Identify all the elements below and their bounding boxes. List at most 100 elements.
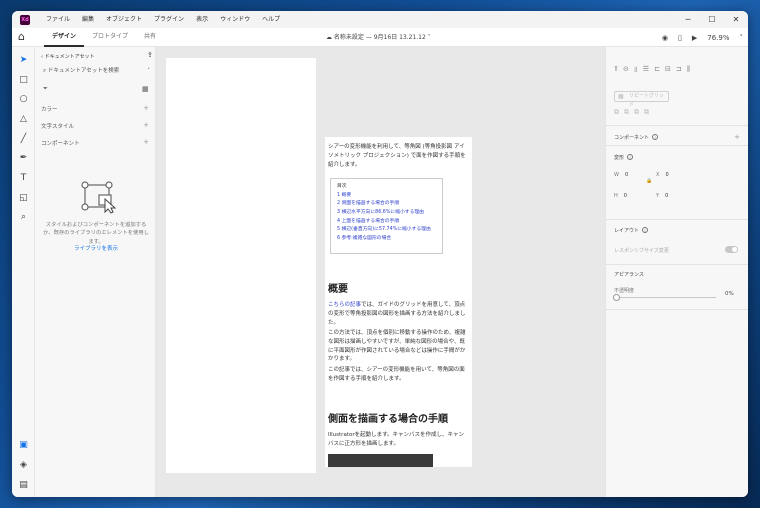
opacity-slider-knob[interactable] — [613, 294, 620, 301]
section-colors[interactable]: カラー + — [41, 104, 149, 113]
toc-item: 5 横辺(垂直方向)に57.74%に縮小する理由 — [337, 227, 431, 233]
title-bar: Xd ファイル 編集 オブジェクト プラグイン 表示 ウィンドウ ヘルプ ─ ☐… — [12, 11, 748, 28]
align-middle-icon[interactable]: ⊝ — [623, 65, 629, 74]
rectangle-tool-icon[interactable]: □ — [18, 75, 29, 86]
divider — [606, 145, 748, 146]
info-icon[interactable]: i — [642, 227, 649, 233]
responsive-toggle[interactable] — [725, 246, 738, 253]
add-character-style-icon[interactable]: + — [143, 121, 149, 129]
boolean-intersect-icon[interactable]: ⧉ — [634, 108, 639, 117]
text-tool-icon[interactable]: T — [18, 173, 29, 184]
menu-window[interactable]: ウィンドウ — [214, 11, 256, 28]
boolean-add-icon[interactable]: ⧉ — [614, 108, 619, 117]
close-icon[interactable]: ✕ — [724, 11, 748, 28]
section-components[interactable]: コンポーネント + — [41, 138, 149, 147]
minimize-icon[interactable]: ─ — [676, 11, 700, 28]
distribute-h-icon[interactable]: ⫼ — [687, 65, 690, 74]
search-placeholder: ドキュメントアセットを検索 — [47, 68, 120, 74]
add-color-icon[interactable]: + — [143, 104, 149, 112]
tab-prototype[interactable]: プロトタイプ — [84, 28, 136, 47]
menu-help[interactable]: ヘルプ — [256, 11, 286, 28]
artboard-tool-icon[interactable]: ◱ — [18, 193, 29, 204]
info-icon[interactable]: i — [627, 154, 634, 160]
zoom-level[interactable]: 76.9% — [707, 34, 729, 42]
window-controls: ─ ☐ ✕ — [676, 11, 748, 28]
select-tool-icon[interactable]: ➤ — [18, 55, 29, 66]
align-left-icon[interactable]: ⊏ — [654, 65, 660, 74]
x-field[interactable]: X0 — [656, 172, 669, 178]
align-right-icon[interactable]: ⊐ — [676, 65, 682, 74]
y-field[interactable]: Y0 — [656, 193, 668, 199]
paragraph-1: こちらの記事では、ガイドのグリッドを用意して、頂点の変形で等角投影図の図形を描画… — [328, 301, 468, 327]
lock-aspect-icon[interactable]: 🔒 — [646, 178, 652, 184]
add-component-plus-icon[interactable]: + — [734, 133, 740, 141]
assets-header: ‹ ドキュメントアセット ⇪ — [41, 51, 153, 60]
layers-icon[interactable]: ◈ — [18, 460, 29, 471]
play-icon[interactable]: ▶ — [692, 34, 697, 42]
artboard-article[interactable]: シアーの変形機能を利用して、等角図 (等角投影図 アイソメトリック プロジェクシ… — [325, 137, 472, 467]
menu-object[interactable]: オブジェクト — [100, 11, 148, 28]
opacity-slider[interactable] — [613, 294, 716, 301]
info-icon[interactable]: i — [652, 134, 659, 140]
menu-view[interactable]: 表示 — [190, 11, 214, 28]
assets-panel-icon[interactable]: ▣ — [18, 440, 29, 451]
tab-design[interactable]: デザイン — [44, 28, 85, 47]
height-field[interactable]: H0 — [614, 193, 627, 199]
plugins-icon[interactable]: ▤ — [18, 480, 29, 491]
tab-share[interactable]: 共有 — [136, 28, 164, 47]
boolean-exclude-icon[interactable]: ⧉ — [644, 108, 649, 117]
layout-label: レイアウト i — [614, 227, 649, 234]
section-character-styles-label: 文字スタイル — [41, 124, 75, 130]
assets-search-input[interactable]: ⌕ ドキュメントアセットを検索 ˅ — [40, 66, 152, 76]
search-chevron-icon[interactable]: ˅ — [147, 66, 150, 76]
divider — [606, 219, 748, 220]
boolean-subtract-icon[interactable]: ⧉ — [624, 108, 629, 117]
grid-view-icon[interactable]: ▦ — [142, 85, 149, 93]
zoom-tool-icon[interactable]: ⌕ — [18, 212, 29, 223]
width-field[interactable]: W0 — [614, 172, 628, 178]
line-tool-icon[interactable]: ╱ — [18, 134, 29, 145]
add-component-icon[interactable]: + — [143, 138, 149, 146]
paragraph-3: この記事では、シアーの変形機能を用いて、等角図の面を作図する手順を紹介します。 — [328, 367, 465, 382]
heading-side-steps: 側面を描画する場合の手順 — [328, 414, 448, 425]
user-icon[interactable]: ◉ — [662, 34, 668, 42]
align-center-icon[interactable]: ⊟ — [665, 65, 671, 74]
x-label: X — [656, 172, 660, 178]
document-title[interactable]: ☁ 名称未設定 — 9月16日 13.21.12 ˅ — [326, 28, 431, 47]
export-icon[interactable]: ⇪ — [147, 51, 153, 59]
toolbar-right: ◉ ▯ ▶ 76.9% ˅ — [657, 28, 748, 47]
section-character-styles[interactable]: 文字スタイル + — [41, 121, 149, 130]
layout-label-text: レイアウト — [614, 228, 640, 234]
table-of-contents: 目次 1 概要 2 側面を描画する場合の手順 3 横辺水平方向に86.6%に縮小… — [330, 178, 443, 254]
zoom-chevron-icon[interactable]: ˅ — [740, 34, 744, 42]
artboard-empty[interactable] — [166, 58, 316, 473]
canvas[interactable]: シアーの変形機能を利用して、等角図 (等角投影図 アイソメトリック プロジェクシ… — [156, 47, 605, 497]
ellipse-tool-icon[interactable]: ○ — [18, 94, 29, 105]
menu-file[interactable]: ファイル — [40, 11, 76, 28]
toc-item: 6 参考:複雑な図形の場合 — [337, 235, 392, 241]
mobile-preview-icon[interactable]: ▯ — [678, 34, 682, 42]
cloud-icon: ☁ — [326, 34, 334, 41]
toc-title: 目次 — [337, 184, 347, 189]
chevron-down-icon: ˅ — [425, 34, 431, 41]
menu-edit[interactable]: 編集 — [76, 11, 100, 28]
component-label: コンポーネント i — [614, 134, 659, 141]
align-icons-row: ⫪ ⊝ ⫫ ☰ ⊏ ⊟ ⊐ ⫼ — [614, 65, 695, 74]
filter-icon[interactable]: ⏷ — [43, 85, 48, 93]
menu-plugin[interactable]: プラグイン — [148, 11, 190, 28]
toc-item: 4 上面を描画する場合の手順 — [337, 218, 400, 224]
responsive-resize-label: レスポンシブサイズ変更 — [614, 248, 669, 254]
pen-tool-icon[interactable]: ✒ — [18, 153, 29, 164]
polygon-tool-icon[interactable]: △ — [18, 114, 29, 125]
opacity-label: 不透明度 — [614, 288, 635, 294]
distribute-v-icon[interactable]: ☰ — [643, 65, 649, 74]
assets-empty-text: スタイルおよびコンポーネントを追加するか、既存のライブラリのエレメントを使用しま… — [43, 222, 149, 245]
align-top-icon[interactable]: ⫪ — [614, 65, 618, 74]
maximize-icon[interactable]: ☐ — [700, 11, 724, 28]
repeat-grid-button[interactable]: ▦ リピートグリッド — [614, 91, 669, 108]
align-bottom-icon[interactable]: ⫫ — [634, 65, 638, 74]
view-libraries-link[interactable]: ライブラリを表示 — [41, 244, 151, 252]
home-icon[interactable]: ⌂ — [18, 31, 25, 43]
toc-item: 3 横辺水平方向に86.6%に縮小する理由 — [337, 209, 424, 215]
opacity-value[interactable]: 0% — [725, 291, 734, 297]
